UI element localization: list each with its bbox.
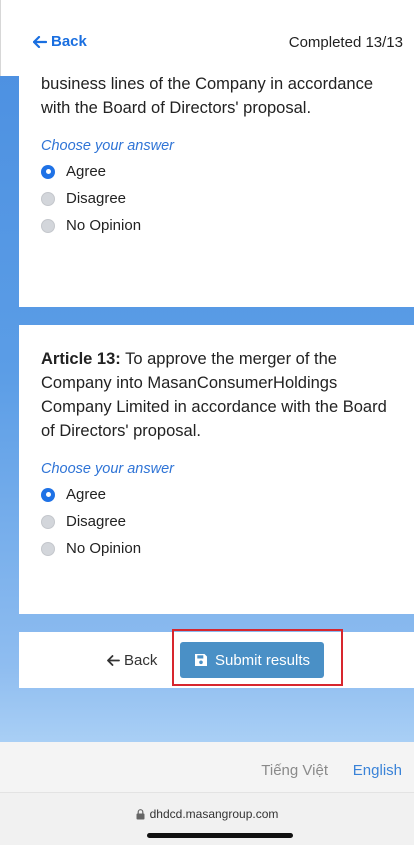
back-link-label: Back — [51, 33, 87, 50]
arrow-left-icon — [33, 35, 47, 48]
option-label: Agree — [66, 163, 107, 180]
arrow-left-icon — [107, 655, 120, 666]
option-agree[interactable]: Agree — [41, 481, 396, 508]
language-vietnamese[interactable]: Tiếng Việt — [261, 762, 328, 779]
back-button[interactable]: Back — [107, 652, 157, 669]
option-no-opinion[interactable]: No Opinion — [41, 535, 396, 562]
radio-selected-icon[interactable] — [41, 487, 55, 502]
option-disagree[interactable]: Disagree — [41, 508, 396, 535]
radio-unselected-icon[interactable] — [41, 514, 55, 529]
option-label: Agree — [66, 486, 107, 503]
option-label: No Opinion — [66, 540, 142, 557]
choose-answer-label: Choose your answer — [41, 461, 174, 477]
question-text: business lines of the Company in accorda… — [41, 75, 374, 117]
article-label: Article 13: — [41, 350, 121, 368]
radio-selected-icon[interactable] — [41, 164, 55, 179]
highlight-box — [172, 629, 343, 686]
back-link[interactable]: Back — [33, 33, 87, 50]
option-agree[interactable]: Agree — [41, 158, 396, 185]
top-bar: Back Completed 13/13 — [0, 0, 414, 76]
lock-icon — [136, 808, 145, 819]
browser-address-bar: dhdcd.masangroup.com — [0, 792, 414, 845]
page-footer: Tiếng Việt English — [0, 742, 414, 792]
radio-unselected-icon[interactable] — [41, 191, 55, 206]
option-no-opinion[interactable]: No Opinion — [41, 212, 396, 239]
progress-status: Completed 13/13 — [288, 34, 403, 51]
radio-unselected-icon[interactable] — [41, 541, 55, 556]
option-label: Disagree — [66, 513, 127, 530]
language-english[interactable]: English — [353, 762, 402, 779]
radio-unselected-icon[interactable] — [41, 218, 55, 233]
option-disagree[interactable]: Disagree — [41, 185, 396, 212]
choose-answer-label: Choose your answer — [41, 138, 174, 154]
home-indicator[interactable] — [147, 833, 293, 838]
option-label: Disagree — [66, 190, 127, 207]
page-viewport: Back Completed 13/13 business lines of t… — [0, 0, 414, 742]
question-card-13: Article 13: To approve the merger of the… — [19, 325, 414, 614]
url-display[interactable]: dhdcd.masangroup.com — [0, 807, 414, 821]
url-text: dhdcd.masangroup.com — [149, 807, 279, 821]
option-label: No Opinion — [66, 217, 142, 234]
question-text: Article 13: To approve the merger of the… — [41, 347, 396, 443]
back-button-label: Back — [124, 652, 158, 669]
